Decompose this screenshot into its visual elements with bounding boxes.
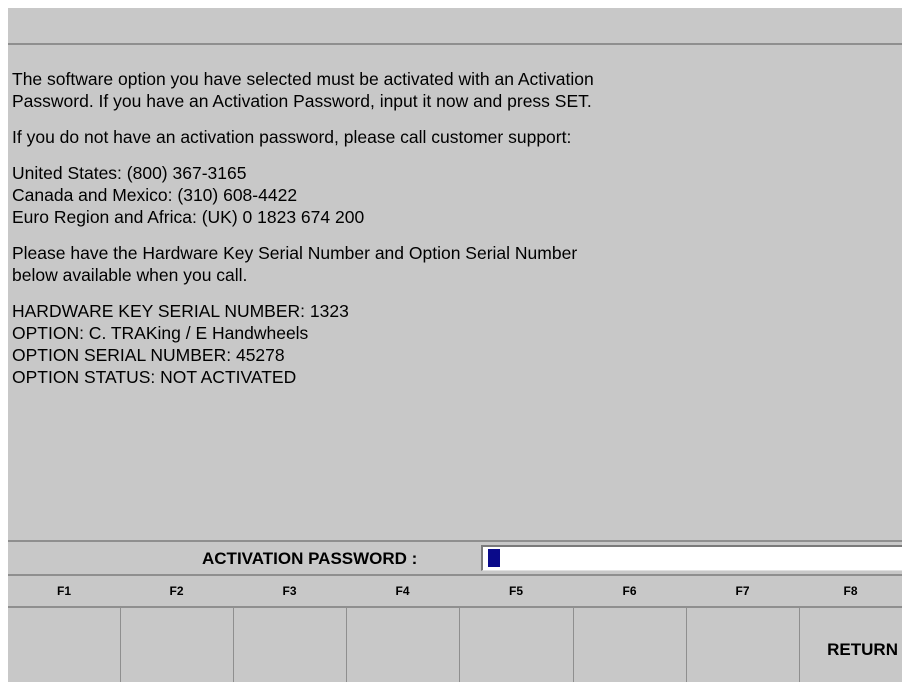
function-key-f3: F3 bbox=[233, 576, 346, 682]
function-key-bar: F1 F2 F3 F4 F5 F6 F7 F8 RETURN bbox=[8, 576, 902, 682]
return-button[interactable]: RETURN bbox=[799, 606, 902, 682]
option-serial: OPTION SERIAL NUMBER: 45278 bbox=[12, 345, 285, 365]
title-bar bbox=[8, 8, 902, 45]
hardware-key-serial: HARDWARE KEY SERIAL NUMBER: 1323 bbox=[12, 301, 349, 321]
f4-button[interactable] bbox=[346, 606, 459, 682]
password-row: ACTIVATION PASSWORD : bbox=[8, 540, 902, 576]
f3-button[interactable] bbox=[233, 606, 346, 682]
serial-instructions-paragraph: Please have the Hardware Key Serial Numb… bbox=[12, 242, 892, 286]
f1-button[interactable] bbox=[8, 606, 120, 682]
activation-screen: The software option you have selected mu… bbox=[0, 0, 902, 682]
support-paragraph: If you do not have an activation passwor… bbox=[12, 126, 892, 148]
support-text: If you do not have an activation passwor… bbox=[12, 127, 572, 147]
f2-key-label: F2 bbox=[169, 584, 184, 598]
password-field[interactable] bbox=[481, 545, 902, 571]
f7-button[interactable] bbox=[686, 606, 799, 682]
f1-key-label: F1 bbox=[56, 584, 71, 598]
instructions-line-2: Password. If you have an Activation Pass… bbox=[12, 91, 592, 111]
instructions-line-1: The software option you have selected mu… bbox=[12, 69, 594, 89]
activation-message: The software option you have selected mu… bbox=[12, 68, 892, 402]
contact-canada-mexico: Canada and Mexico: (310) 608-4422 bbox=[12, 185, 298, 205]
f7-key-label: F7 bbox=[735, 584, 750, 598]
function-key-f7: F7 bbox=[686, 576, 799, 682]
instructions-paragraph: The software option you have selected mu… bbox=[12, 68, 892, 112]
f5-key-label: F5 bbox=[508, 584, 523, 598]
main-panel: The software option you have selected mu… bbox=[8, 8, 902, 682]
function-key-f1: F1 bbox=[8, 576, 120, 682]
password-input[interactable] bbox=[483, 547, 902, 570]
function-key-f2: F2 bbox=[120, 576, 233, 682]
serial-instructions-line-1: Please have the Hardware Key Serial Numb… bbox=[12, 243, 578, 263]
contact-list: United States: (800) 367-3165 Canada and… bbox=[12, 162, 892, 228]
contact-euro-africa: Euro Region and Africa: (UK) 0 1823 674 … bbox=[12, 207, 365, 227]
serial-instructions-line-2: below available when you call. bbox=[12, 265, 248, 285]
function-key-f5: F5 bbox=[459, 576, 573, 682]
f4-key-label: F4 bbox=[395, 584, 410, 598]
function-key-f4: F4 bbox=[346, 576, 459, 682]
f6-key-label: F6 bbox=[622, 584, 637, 598]
function-key-f6: F6 bbox=[573, 576, 686, 682]
f6-button[interactable] bbox=[573, 606, 686, 682]
f2-button[interactable] bbox=[120, 606, 233, 682]
f3-key-label: F3 bbox=[282, 584, 297, 598]
option-details: HARDWARE KEY SERIAL NUMBER: 1323 OPTION:… bbox=[12, 300, 892, 388]
option-name: OPTION: C. TRAKing / E Handwheels bbox=[12, 323, 309, 343]
f5-button[interactable] bbox=[459, 606, 573, 682]
contact-us: United States: (800) 367-3165 bbox=[12, 163, 247, 183]
f8-key-label: F8 bbox=[843, 584, 858, 598]
option-status: OPTION STATUS: NOT ACTIVATED bbox=[12, 367, 297, 387]
password-label: ACTIVATION PASSWORD : bbox=[202, 549, 418, 568]
function-key-f8: F8 RETURN bbox=[799, 576, 902, 682]
